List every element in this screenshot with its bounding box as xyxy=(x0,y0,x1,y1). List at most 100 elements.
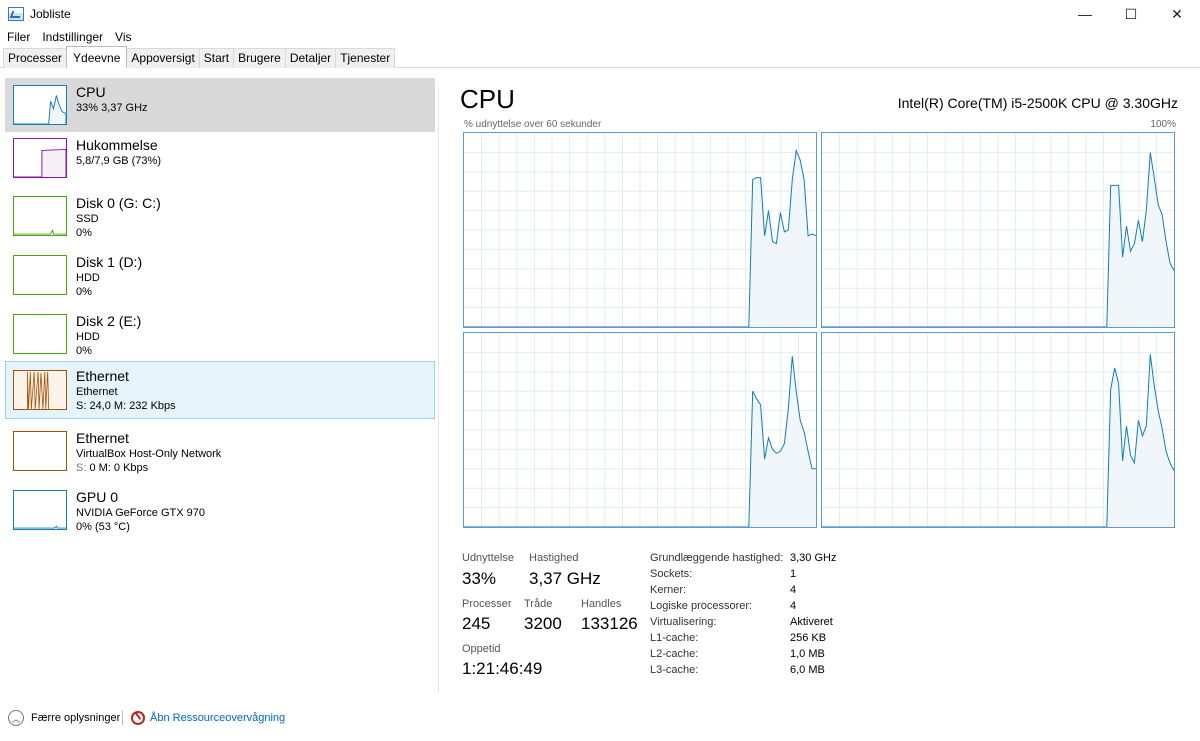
sidebar-item-usage: 0% (53 °C) xyxy=(76,521,130,533)
sidebar-item-usage: S: 24,0 M: 232 Kbps xyxy=(76,400,176,412)
sidebar-item-detail: Ethernet xyxy=(76,386,118,398)
sidebar-item-usage: S: 0 M: 0 Kbps xyxy=(76,462,148,474)
graph-axis-max: 100% xyxy=(1150,119,1176,130)
fewer-details-button[interactable]: Færre oplysninger xyxy=(31,712,120,724)
footer-bar: ︿ Færre oplysninger Åbn Ressourceovervåg… xyxy=(0,706,1200,730)
spec-label: Grundlæggende hastighed: xyxy=(650,552,784,564)
spec-value: 4 xyxy=(790,600,797,612)
spec-value: 256 KB xyxy=(790,632,827,644)
spec-label: Virtualisering: xyxy=(650,616,717,628)
gpu-thumbnail-graph xyxy=(13,490,67,530)
spec-label: Kerner: xyxy=(650,584,687,596)
sidebar-item-gpu-0[interactable]: GPU 0 NVIDIA GeForce GTX 970 0% (53 °C) xyxy=(5,483,435,537)
sidebar-item-usage: 0% xyxy=(76,345,92,357)
sidebar-item-label: Ethernet xyxy=(76,430,129,446)
sidebar-item-detail: VirtualBox Host-Only Network xyxy=(76,448,222,460)
throughput-value: 0 M: 0 Kbps xyxy=(89,462,149,474)
sidebar-item-ethernet[interactable]: Ethernet Ethernet S: 24,0 M: 232 Kbps xyxy=(5,361,435,419)
spec-label: Sockets: xyxy=(650,568,693,580)
sidebar-item-cpu[interactable]: CPU 33% 3,37 GHz xyxy=(5,78,435,132)
spec-value: Aktiveret xyxy=(790,616,833,628)
processes-label: Processer xyxy=(462,598,512,610)
menu-view[interactable]: Vis xyxy=(109,28,137,46)
sidebar-item-memory[interactable]: Hukommelse 5,8/7,9 GB (73%) xyxy=(5,131,435,185)
open-resource-monitor-link[interactable]: Åbn Ressourceovervågning xyxy=(150,712,285,724)
spec-value: 1 xyxy=(790,568,797,580)
handles-value: 133126 xyxy=(581,614,638,633)
panel-divider[interactable] xyxy=(438,87,439,693)
window-controls: — ☐ ✕ xyxy=(1062,0,1200,28)
cpu-thumbnail-graph xyxy=(13,85,67,125)
ethernet-thumbnail-graph xyxy=(13,370,67,410)
footer-divider xyxy=(122,711,123,725)
speed-label: Hastighed xyxy=(529,552,579,564)
maximize-button[interactable]: ☐ xyxy=(1108,0,1154,28)
tab-startup[interactable]: Start xyxy=(198,48,235,68)
ethernet2-thumbnail-graph xyxy=(13,431,67,471)
sidebar-item-detail: 5,8/7,9 GB (73%) xyxy=(76,155,161,167)
tab-bar: Processer Ydeevne Appoversigt Start Brug… xyxy=(0,46,1200,68)
menu-settings[interactable]: Indstillinger xyxy=(36,28,109,46)
sidebar-item-ethernet-virtualbox[interactable]: Ethernet VirtualBox Host-Only Network S:… xyxy=(5,424,435,478)
core-3-graph xyxy=(821,332,1175,528)
core-0-graph xyxy=(463,132,817,328)
processes-value: 245 xyxy=(462,614,491,633)
sidebar-item-label: Disk 2 (E:) xyxy=(76,313,142,329)
threads-value: 3200 xyxy=(524,614,562,633)
spec-label: L2-cache: xyxy=(650,648,699,660)
handles-label: Handles xyxy=(581,598,622,610)
sidebar-item-usage: 0% xyxy=(76,286,92,298)
tab-details[interactable]: Detaljer xyxy=(284,48,337,68)
utilization-value: 33% xyxy=(462,569,497,588)
close-button[interactable]: ✕ xyxy=(1154,0,1200,28)
graph-axis-label: % udnyttelse over 60 sekunder xyxy=(464,119,602,130)
tab-services[interactable]: Tjenester xyxy=(335,48,396,68)
disk2-thumbnail-graph xyxy=(13,314,67,354)
threads-label: Tråde xyxy=(524,598,553,610)
sidebar-item-disk-1[interactable]: Disk 1 (D:) HDD 0% xyxy=(5,248,435,302)
disk1-thumbnail-graph xyxy=(13,255,67,295)
tab-processes[interactable]: Processer xyxy=(3,48,68,68)
resource-list: CPU 33% 3,37 GHz Hukommelse 5,8/7,9 GB (… xyxy=(0,69,438,695)
sidebar-item-label: Disk 1 (D:) xyxy=(76,254,143,270)
sidebar-item-label: Hukommelse xyxy=(76,137,158,153)
core-1-graph xyxy=(821,132,1175,328)
spec-label: Logiske processorer: xyxy=(650,600,753,612)
core-2-graph xyxy=(463,332,817,528)
task-manager-icon xyxy=(8,7,24,21)
spec-label: L3-cache: xyxy=(650,664,699,676)
memory-thumbnail-graph xyxy=(13,138,67,178)
sidebar-item-detail: HDD xyxy=(76,331,100,343)
spec-value: 3,30 GHz xyxy=(790,552,837,564)
sidebar-item-disk-2[interactable]: Disk 2 (E:) HDD 0% xyxy=(5,307,435,361)
sidebar-item-usage: 0% xyxy=(76,227,92,239)
sidebar-item-disk-0[interactable]: Disk 0 (G: C:) SSD 0% xyxy=(5,189,435,243)
uptime-value: 1:21:46:49 xyxy=(462,659,543,678)
utilization-label: Udnyttelse xyxy=(462,552,514,564)
minimize-button[interactable]: — xyxy=(1062,0,1108,28)
title-bar: Jobliste — ☐ ✕ xyxy=(0,0,1200,28)
resource-monitor-icon xyxy=(131,711,145,725)
menu-bar: Filer Indstillinger Vis xyxy=(0,28,138,46)
uptime-label: Oppetid xyxy=(462,643,501,655)
sidebar-item-detail: SSD xyxy=(76,213,99,225)
sidebar-item-label: Ethernet xyxy=(76,368,129,384)
sidebar-item-detail: NVIDIA GeForce GTX 970 xyxy=(76,507,205,519)
spec-label: L1-cache: xyxy=(650,632,699,644)
tab-performance[interactable]: Ydeevne xyxy=(66,46,128,68)
chevron-up-icon[interactable]: ︿ xyxy=(8,710,24,726)
disk0-thumbnail-graph xyxy=(13,196,67,236)
spec-value: 6,0 MB xyxy=(790,664,825,676)
sidebar-item-detail: HDD xyxy=(76,272,100,284)
sidebar-item-detail: 33% 3,37 GHz xyxy=(76,102,148,114)
send-label: S: xyxy=(76,462,87,474)
spec-value: 4 xyxy=(790,584,797,596)
window-title: Jobliste xyxy=(30,7,71,21)
cpu-model: Intel(R) Core(TM) i5-2500K CPU @ 3.30GHz xyxy=(897,95,1178,111)
tab-app-history[interactable]: Appoversigt xyxy=(126,48,200,68)
tab-users[interactable]: Brugere xyxy=(233,48,286,68)
sidebar-item-label: CPU xyxy=(76,84,106,100)
spec-value: 1,0 MB xyxy=(790,648,825,660)
sidebar-item-label: GPU 0 xyxy=(76,489,119,505)
menu-file[interactable]: Filer xyxy=(0,28,36,46)
